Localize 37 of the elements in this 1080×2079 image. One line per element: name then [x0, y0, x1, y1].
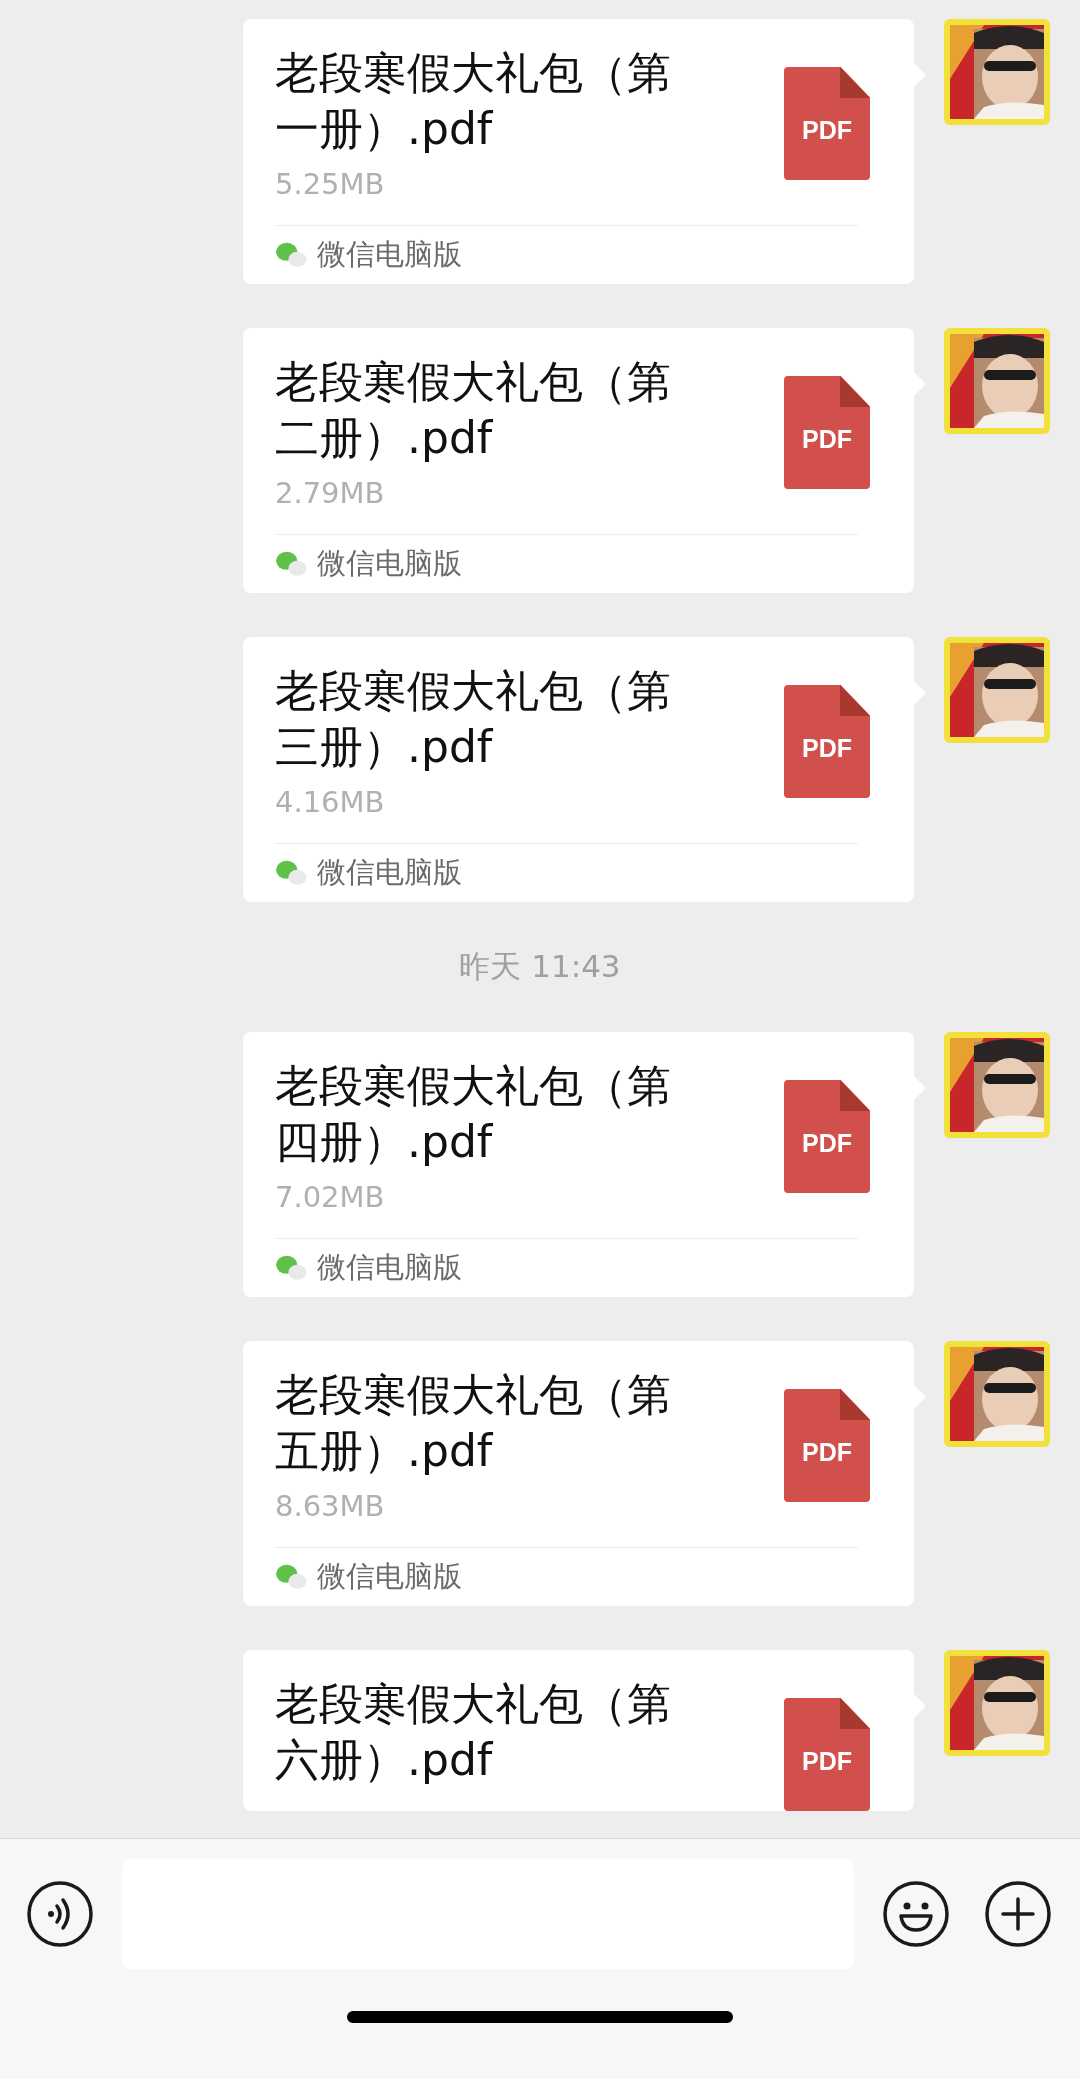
- file-name: 老段寒假大礼包（第一册）.pdf: [275, 46, 672, 156]
- voice-icon[interactable]: [26, 1880, 94, 1948]
- source-label: 微信电脑版: [317, 1558, 462, 1595]
- file-type-label: PDF: [802, 425, 852, 454]
- chat-bubbles-icon: [275, 241, 307, 269]
- file-type-label: PDF: [802, 1438, 852, 1467]
- source-label: 微信电脑版: [317, 1249, 462, 1286]
- file-size: 2.79MB: [275, 475, 386, 512]
- file-name: 老段寒假大礼包（第二册）.pdf: [275, 355, 672, 465]
- file-message-card[interactable]: 老段寒假大礼包（第三册）.pdf 4.16MB PDF 微信电脑版: [243, 637, 914, 902]
- file-message-card[interactable]: 老段寒假大礼包（第六册）.pdf PDF: [243, 1650, 914, 1811]
- file-type-label: PDF: [802, 1747, 852, 1776]
- source-label: 微信电脑版: [317, 854, 462, 891]
- file-name: 老段寒假大礼包（第四册）.pdf: [275, 1059, 672, 1169]
- file-message-card[interactable]: 老段寒假大礼包（第一册）.pdf 5.25MB PDF 微信电脑版: [243, 19, 914, 284]
- chat-bubbles-icon: [275, 550, 307, 578]
- emoji-icon[interactable]: [882, 1880, 950, 1948]
- file-type-label: PDF: [802, 734, 852, 763]
- chat-bubbles-icon: [275, 859, 307, 887]
- plus-icon[interactable]: [984, 1880, 1052, 1948]
- chat-bubbles-icon: [275, 1254, 307, 1282]
- file-size: 4.16MB: [275, 784, 386, 821]
- file-message-card[interactable]: 老段寒假大礼包（第二册）.pdf 2.79MB PDF 微信电脑版: [243, 328, 914, 593]
- file-type-label: PDF: [802, 116, 852, 145]
- file-size: 8.63MB: [275, 1488, 386, 1525]
- file-type-label: PDF: [802, 1129, 852, 1158]
- source-label: 微信电脑版: [317, 545, 462, 582]
- source-label: 微信电脑版: [317, 236, 462, 273]
- file-message-card[interactable]: 老段寒假大礼包（第五册）.pdf 8.63MB PDF 微信电脑版: [243, 1341, 914, 1606]
- file-name: 老段寒假大礼包（第三册）.pdf: [275, 664, 672, 774]
- file-name: 老段寒假大礼包（第六册）.pdf: [275, 1677, 672, 1787]
- timestamp: 昨天 11:43: [459, 947, 621, 986]
- file-size: 7.02MB: [275, 1179, 386, 1216]
- file-message-card[interactable]: 老段寒假大礼包（第四册）.pdf 7.02MB PDF 微信电脑版: [243, 1032, 914, 1297]
- chat-bubbles-icon: [275, 1563, 307, 1591]
- file-name: 老段寒假大礼包（第五册）.pdf: [275, 1368, 672, 1478]
- file-size: 5.25MB: [275, 166, 386, 203]
